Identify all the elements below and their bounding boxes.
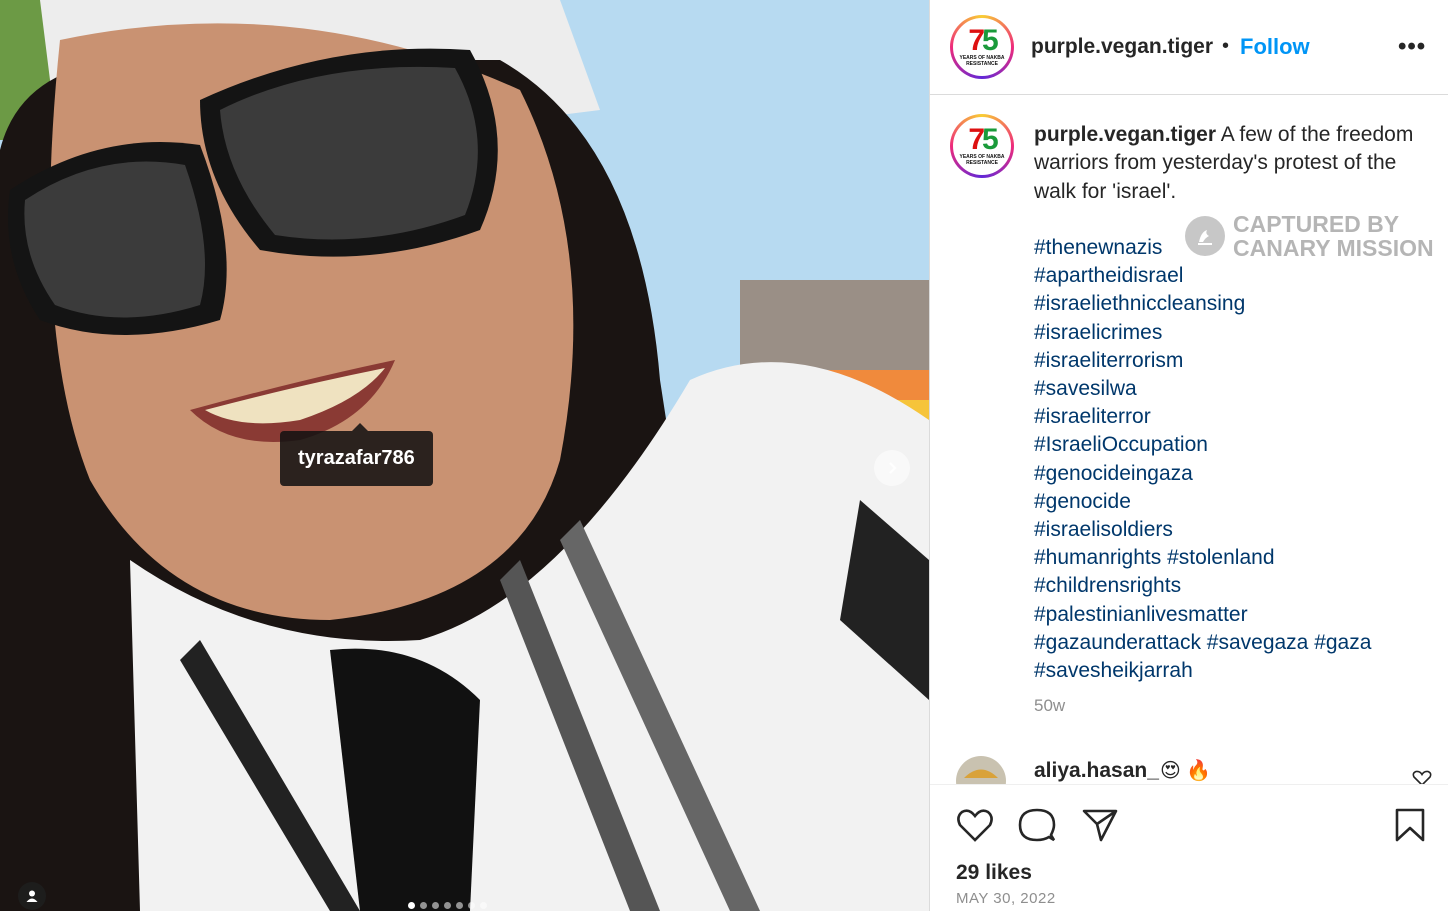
more-options-icon[interactable]: •••: [1398, 33, 1426, 61]
hashtag-line[interactable]: #israeliterrorism: [1034, 347, 1439, 375]
post-caption: purple.vegan.tiger A few of the freedom …: [1034, 121, 1439, 206]
caption-author-avatar[interactable]: 75 YEARS OF NAKBA RESISTANCE: [950, 114, 1014, 178]
post-details-panel: 75 YEARS OF NAKBA RESISTANCE purple.vega…: [929, 0, 1448, 911]
commenter-avatar[interactable]: [956, 756, 1006, 786]
canary-mission-watermark: CAPTURED BY CANARY MISSION: [1185, 212, 1434, 260]
separator-dot: •: [1222, 35, 1230, 57]
carousel-dot: [468, 902, 475, 909]
comment-text: 😍 🔥: [1160, 760, 1212, 782]
canary-logo-icon: [1185, 216, 1225, 256]
author-username[interactable]: purple.vegan.tiger: [1031, 35, 1213, 59]
author-avatar[interactable]: 75 YEARS OF NAKBA RESISTANCE: [950, 15, 1014, 79]
save-icon[interactable]: [1394, 807, 1426, 848]
nakba-logo: 75 YEARS OF NAKBA RESISTANCE: [953, 117, 1011, 175]
hashtag-line[interactable]: #palestinianlivesmatter: [1034, 601, 1439, 629]
hashtag-list: #thenewnazis #apartheidisrael #israeliethn…: [1034, 234, 1439, 685]
carousel-next-button[interactable]: [874, 450, 910, 486]
hashtag-line[interactable]: #genocide: [1034, 488, 1439, 516]
post-photo[interactable]: tyrazafar786: [0, 0, 929, 911]
person-icon: [26, 890, 38, 902]
user-tag-bubble[interactable]: tyrazafar786: [280, 423, 433, 486]
hashtag-line[interactable]: #savesheikjarrah: [1034, 657, 1439, 685]
like-icon[interactable]: [956, 807, 994, 848]
comment-icon[interactable]: [1018, 807, 1056, 848]
photo-scene: [0, 0, 929, 911]
carousel-dot: [420, 902, 427, 909]
hashtag-line[interactable]: #IsraeliOccupation: [1034, 431, 1439, 459]
tagged-users-button[interactable]: [18, 882, 46, 910]
nakba-logo: 75 YEARS OF NAKBA RESISTANCE: [953, 18, 1011, 76]
share-icon[interactable]: [1081, 807, 1119, 848]
hashtag-line[interactable]: #apartheidisrael: [1034, 262, 1439, 290]
hashtag-line[interactable]: #genocideingaza: [1034, 460, 1439, 488]
tagged-username: tyrazafar786: [298, 447, 415, 469]
hashtag-line[interactable]: #israeliethniccleansing: [1034, 290, 1439, 318]
post-date: MAY 30, 2022: [956, 890, 1056, 907]
caption-username[interactable]: purple.vegan.tiger: [1034, 123, 1216, 146]
post-age[interactable]: 50w: [1034, 696, 1065, 716]
hashtag-line[interactable]: #childrensrights: [1034, 572, 1439, 600]
commenter-username[interactable]: aliya.hasan_: [1034, 759, 1159, 783]
post-header: 75 YEARS OF NAKBA RESISTANCE purple.vega…: [930, 0, 1448, 95]
carousel-dot: [456, 902, 463, 909]
hashtag-line[interactable]: #israelisoldiers: [1034, 516, 1439, 544]
carousel-dot: [432, 902, 439, 909]
carousel-indicator: [408, 902, 487, 909]
follow-button[interactable]: Follow: [1240, 34, 1310, 60]
hashtag-line[interactable]: #israeliterror: [1034, 403, 1439, 431]
likes-count[interactable]: 29 likes: [956, 861, 1032, 885]
hashtag-line[interactable]: #israelicrimes: [1034, 319, 1439, 347]
carousel-dot: [408, 902, 415, 909]
action-bar: 29 likes MAY 30, 2022: [930, 784, 1448, 911]
carousel-dot: [444, 902, 451, 909]
hashtag-line[interactable]: #savesilwa: [1034, 375, 1439, 403]
chevron-right-icon: [889, 462, 897, 474]
hashtag-line[interactable]: #gazaunderattack #savegaza #gaza: [1034, 629, 1439, 657]
carousel-dot: [480, 902, 487, 909]
hashtag-line[interactable]: #humanrights #stolenland: [1034, 544, 1439, 572]
